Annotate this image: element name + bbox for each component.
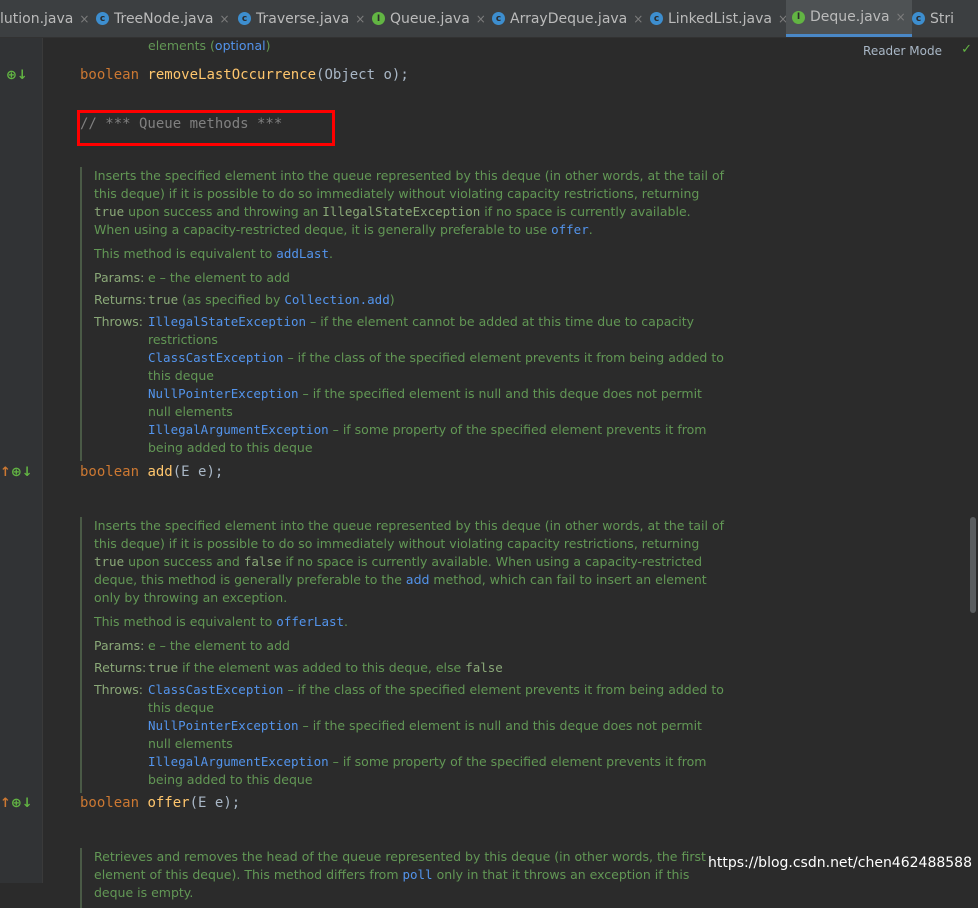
tab-deque[interactable]: I Deque.java × xyxy=(786,0,912,37)
exception-link[interactable]: IllegalStateException xyxy=(148,314,306,329)
close-icon[interactable]: × xyxy=(355,12,365,26)
optional-link[interactable]: optional xyxy=(215,38,266,53)
tab-treenode[interactable]: c TreeNode.java × xyxy=(96,0,230,37)
tab-linkedlist[interactable]: c LinkedList.java × xyxy=(650,0,788,37)
offer-link[interactable]: offer xyxy=(551,222,589,237)
close-icon[interactable]: × xyxy=(633,12,643,26)
close-icon[interactable]: × xyxy=(476,12,486,26)
override-implemented-icon[interactable]: ↑⊕↓ xyxy=(0,465,33,480)
scrollbar-thumb[interactable] xyxy=(970,517,976,613)
highlight-box xyxy=(77,110,335,146)
javadoc-remove: Retrieves and removes the head of the qu… xyxy=(80,848,724,908)
add-link[interactable]: add xyxy=(406,572,430,587)
exception-link[interactable]: IllegalArgumentException xyxy=(148,754,329,769)
close-icon[interactable]: × xyxy=(79,12,89,26)
method-add: boolean add(E e); xyxy=(80,464,224,480)
tab-label: Traverse.java xyxy=(256,10,350,27)
class-icon: c xyxy=(650,12,663,25)
tab-traverse[interactable]: c Traverse.java × xyxy=(238,0,365,37)
implemented-icon[interactable]: ⊕↓ xyxy=(6,68,28,83)
override-implemented-icon[interactable]: ↑⊕↓ xyxy=(0,796,33,811)
tab-label: Stri xyxy=(930,10,955,27)
check-icon: ✓ xyxy=(961,42,972,57)
javadoc-add: Inserts the specified element into the q… xyxy=(80,167,724,461)
method-remove-last-occurrence: boolean removeLastOccurrence(Object o); xyxy=(80,67,409,83)
tab-label: TreeNode.java xyxy=(114,10,214,27)
interface-icon: I xyxy=(792,10,805,24)
collection-add-link[interactable]: Collection.add xyxy=(284,292,389,307)
exception-link[interactable]: ClassCastException xyxy=(148,682,283,697)
watermark: https://blog.csdn.net/chen462488588 xyxy=(708,855,972,871)
close-icon[interactable]: × xyxy=(220,12,230,26)
class-icon: c xyxy=(912,12,925,25)
interface-icon: I xyxy=(372,12,385,25)
tab-queue[interactable]: I Queue.java × xyxy=(372,0,486,37)
poll-link[interactable]: poll xyxy=(402,867,432,882)
tab-arraydeque[interactable]: c ArrayDeque.java × xyxy=(492,0,643,37)
tab-label: ArrayDeque.java xyxy=(510,10,628,27)
exception-link[interactable]: IllegalArgumentException xyxy=(148,422,329,437)
exception-link[interactable]: NullPointerException xyxy=(148,386,299,401)
doc-fragment: elements (optional) xyxy=(148,38,271,53)
editor-tab-bar: lution.java × c TreeNode.java × c Traver… xyxy=(0,0,978,38)
class-icon: c xyxy=(96,12,109,25)
exception-link[interactable]: NullPointerException xyxy=(148,718,299,733)
exception-link[interactable]: ClassCastException xyxy=(148,350,283,365)
class-icon: c xyxy=(492,12,505,25)
class-icon: c xyxy=(238,12,251,25)
tab-label: Queue.java xyxy=(390,10,470,27)
offerlast-link[interactable]: offerLast xyxy=(276,614,344,629)
editor-gutter xyxy=(0,38,43,883)
close-icon[interactable]: × xyxy=(896,10,906,24)
reader-mode-toggle[interactable]: Reader Mode xyxy=(863,44,942,58)
tab-solution[interactable]: lution.java × xyxy=(0,0,89,37)
tab-string[interactable]: c Stri xyxy=(912,0,954,37)
addlast-link[interactable]: addLast xyxy=(276,246,329,261)
javadoc-offer: Inserts the specified element into the q… xyxy=(80,517,724,793)
tab-label: lution.java xyxy=(0,10,74,27)
tab-label: Deque.java xyxy=(810,9,890,25)
tab-label: LinkedList.java xyxy=(668,10,772,27)
method-offer: boolean offer(E e); xyxy=(80,795,241,811)
